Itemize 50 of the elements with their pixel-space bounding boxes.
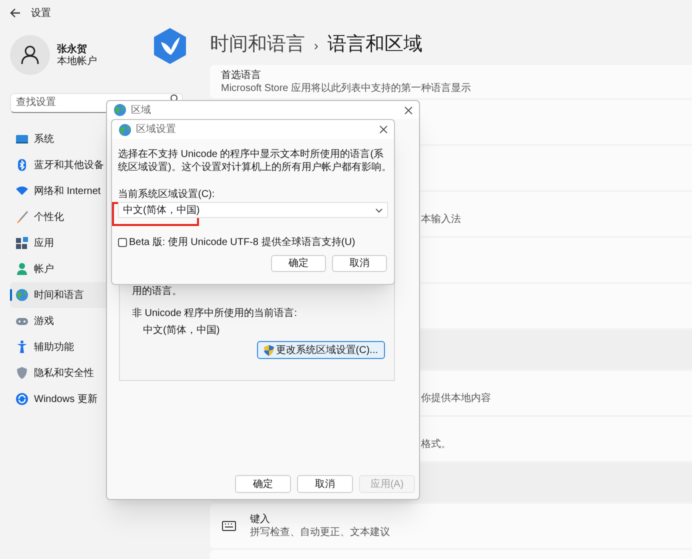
person-icon <box>21 45 39 65</box>
account-name: 张永贺 <box>57 42 88 56</box>
card-subtitle: 格式。 <box>421 438 451 452</box>
settings-card[interactable]: 键入 拼写检查、自动更正、文本建议 <box>210 504 692 548</box>
window-title: 设置 <box>31 6 51 20</box>
person-icon <box>15 262 29 276</box>
dialog-title: 区域设置 <box>136 122 176 137</box>
group-text: 用的语言。 <box>132 286 183 298</box>
monitor-icon <box>15 132 29 146</box>
apps-icon <box>15 236 29 250</box>
nav-item[interactable]: 隐私和安全性 <box>10 360 200 386</box>
dialog-button[interactable]: 确定 <box>271 255 326 272</box>
dialog-button[interactable]: 取消 <box>332 255 387 272</box>
account-type: 本地帐户 <box>57 56 97 68</box>
checkbox-label: Beta 版: 使用 Unicode UTF-8 提供全球语言支持(U) <box>129 236 356 250</box>
card-subtitle: Microsoft Store 应用将以此列表中支持的第一种语言显示 <box>221 82 472 94</box>
card-title: 首选语言 <box>221 68 262 82</box>
bluetooth-icon <box>15 158 29 172</box>
checkbox[interactable] <box>118 238 127 247</box>
locale-dropdown[interactable]: 中文(简体，中国) <box>118 202 388 218</box>
chevron-down-icon <box>375 208 383 212</box>
brush-icon <box>15 210 29 224</box>
globe-icon <box>118 122 132 136</box>
settings-card[interactable]: 首选语言 Microsoft Store 应用将以此列表中支持的第一种语言显示 <box>210 65 692 98</box>
back-icon <box>9 7 21 19</box>
close-icon <box>404 106 413 115</box>
breadcrumb-separator: › <box>314 36 318 55</box>
current-language-value: 中文(简体，中国) <box>143 325 221 337</box>
card-title: 键入 <box>250 513 270 526</box>
shield-icon <box>264 344 274 356</box>
wifi-icon <box>15 184 29 198</box>
nav-item[interactable]: 帐户 <box>10 256 200 282</box>
card-subtitle: 本输入法 <box>421 212 461 226</box>
keyboard-icon <box>222 521 236 531</box>
dialog-button[interactable]: 取消 <box>297 475 353 493</box>
description-text: 选择在不支持 Unicode 的程序中显示文本时所使用的语言(系统区域设置)。这个设置对计算机上的所有用户帐户都有影响。 <box>118 148 392 174</box>
dialog-button[interactable]: 确定 <box>235 475 291 493</box>
nav-item[interactable]: Windows 更新 <box>10 386 200 412</box>
globe-icon <box>15 288 29 302</box>
change-locale-button[interactable]: 更改系统区域设置(C)... <box>256 341 385 359</box>
accessibility-icon <box>15 340 29 354</box>
current-language-label: 非 Unicode 程序中所使用的当前语言: <box>132 308 298 320</box>
refresh-icon <box>15 392 29 406</box>
card-subtitle: 拼写检查、自动更正、文本建议 <box>250 526 390 539</box>
page-title: 语言和区域 <box>327 33 422 58</box>
breadcrumb-parent[interactable]: 时间和语言 <box>210 31 305 60</box>
card-subtitle: 你提供本地内容 <box>421 392 491 406</box>
globe-icon <box>113 103 127 117</box>
shield-icon <box>15 366 29 380</box>
close-icon <box>379 125 388 134</box>
